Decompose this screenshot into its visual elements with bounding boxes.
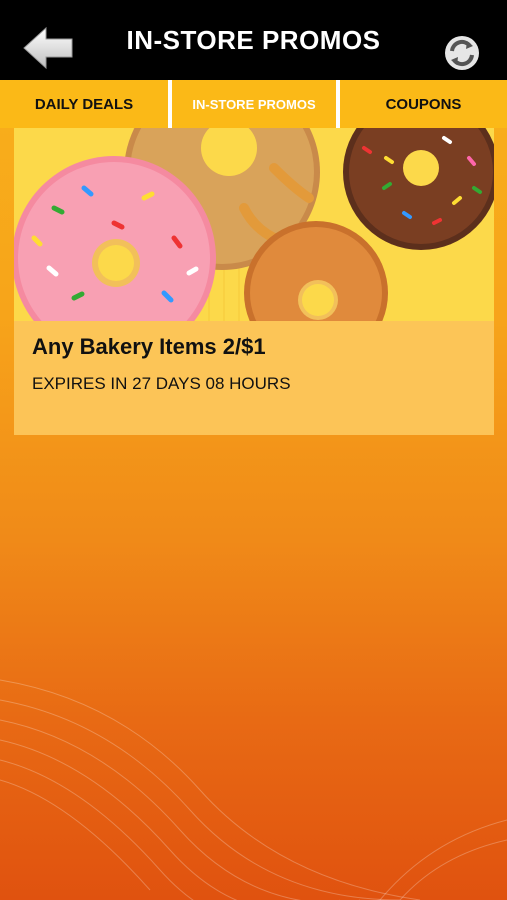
tab-coupons[interactable]: COUPONS xyxy=(340,80,507,128)
donuts-photo xyxy=(14,128,494,321)
back-button[interactable] xyxy=(22,26,76,70)
background-waves xyxy=(0,679,507,900)
refresh-icon xyxy=(445,36,479,70)
tab-bar: DAILY DEALS IN-STORE PROMOS COUPONS xyxy=(0,80,507,128)
promo-expiry: EXPIRES IN 27 DAYS 08 HOURS xyxy=(32,374,291,393)
tab-daily-deals[interactable]: DAILY DEALS xyxy=(0,80,168,128)
promo-card[interactable]: Any Bakery Items 2/$1 EXPIRES IN 27 DAYS… xyxy=(14,128,494,435)
promo-image xyxy=(14,128,494,321)
refresh-button[interactable] xyxy=(443,34,481,72)
promo-title: Any Bakery Items 2/$1 xyxy=(32,334,266,359)
back-arrow-icon xyxy=(23,26,73,70)
page-title: IN-STORE PROMOS xyxy=(126,24,381,55)
tab-in-store-promos[interactable]: IN-STORE PROMOS xyxy=(168,80,340,128)
top-bar: IN-STORE PROMOS xyxy=(0,0,507,80)
